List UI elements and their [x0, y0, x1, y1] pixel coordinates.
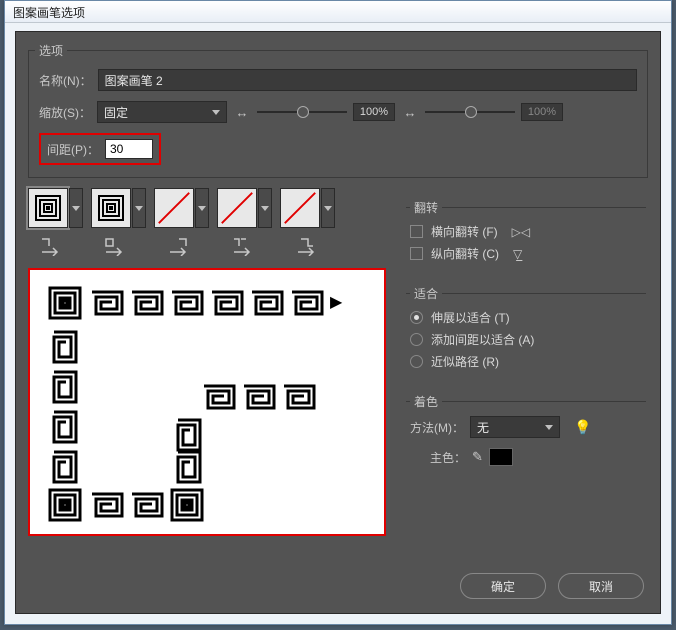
- chevron-down-icon: [198, 206, 206, 211]
- scale-mode-select[interactable]: 固定: [97, 101, 227, 123]
- keycolor-row: 主色： ✎: [430, 448, 642, 466]
- tips-icon[interactable]: 💡: [574, 419, 591, 436]
- chevron-down-icon: [545, 425, 553, 430]
- method-select[interactable]: 无: [470, 416, 560, 438]
- colorize-legend: 着色: [410, 393, 442, 410]
- end-tile-icon: [294, 234, 322, 258]
- tile-outer-corner[interactable]: [91, 188, 146, 228]
- preview-area: ▶: [28, 268, 386, 536]
- window-title: 图案画笔选项: [13, 6, 85, 20]
- scale-mode-value: 固定: [104, 104, 128, 121]
- scale-label: 缩放(S)：: [39, 104, 91, 121]
- tile-inner-corner[interactable]: [154, 188, 209, 228]
- tile-end[interactable]: [280, 188, 335, 228]
- right-panel: 翻转 横向翻转 (F) ▷◁ 纵向翻转 (C) ▽̲ 适合 伸展以适合 (T): [406, 207, 646, 486]
- chevron-down-icon: [72, 206, 80, 211]
- flip-horizontal-icon: ▷◁: [512, 225, 530, 239]
- method-value: 无: [477, 419, 489, 436]
- flip-horizontal-checkbox[interactable]: [410, 225, 423, 238]
- scale-row: 缩放(S)： 固定 ↔ 100% ↔ 100%: [39, 101, 637, 123]
- scale-slider-1[interactable]: [257, 111, 347, 113]
- keycolor-label: 主色：: [430, 449, 466, 466]
- flip-vertical-label: 纵向翻转 (C): [431, 245, 499, 262]
- outer-corner-icon: [102, 234, 130, 258]
- fit-approx-label: 近似路径 (R): [431, 353, 499, 370]
- start-tile-icon: [230, 234, 258, 258]
- inner-corner-icon: [166, 234, 194, 258]
- fit-addspace-label: 添加间距以适合 (A): [431, 331, 534, 348]
- cancel-button[interactable]: 取消: [558, 573, 644, 599]
- flip-h-icon-2[interactable]: ↔: [401, 105, 419, 120]
- fit-addspace-row[interactable]: 添加间距以适合 (A): [410, 331, 642, 348]
- flip-vertical-checkbox[interactable]: [410, 247, 423, 260]
- spacing-highlight: 间距(P)：: [39, 133, 161, 165]
- spacing-row: 间距(P)：: [39, 133, 637, 165]
- tile-side[interactable]: [28, 188, 83, 228]
- fit-group: 适合 伸展以适合 (T) 添加间距以适合 (A) 近似路径 (R): [406, 293, 646, 385]
- scale-value-2: 100%: [521, 103, 563, 121]
- fit-approx-row[interactable]: 近似路径 (R): [410, 353, 642, 370]
- flip-legend: 翻转: [410, 199, 442, 216]
- scale-slider-2: [425, 111, 515, 113]
- eyedropper-icon[interactable]: ✎: [472, 449, 483, 465]
- fit-stretch-row[interactable]: 伸展以适合 (T): [410, 309, 642, 326]
- scale-value-1[interactable]: 100%: [353, 103, 395, 121]
- ok-button[interactable]: 确定: [460, 573, 546, 599]
- chevron-down-icon: [212, 110, 220, 115]
- name-label: 名称(N)：: [39, 72, 92, 89]
- side-tile-icon: [38, 234, 66, 258]
- chevron-down-icon: [135, 206, 143, 211]
- chevron-down-icon: [324, 206, 332, 211]
- arrow-right-icon: ▶: [330, 292, 342, 312]
- titlebar: 图案画笔选项: [5, 1, 671, 23]
- button-row: 确定 取消: [460, 573, 644, 599]
- fit-approx-radio[interactable]: [410, 355, 423, 368]
- chevron-down-icon: [261, 206, 269, 211]
- colorize-group: 着色 方法(M)： 无 💡 主色： ✎: [406, 401, 646, 486]
- options-fieldset: 选项 名称(N)： 缩放(S)： 固定 ↔ 100% ↔: [28, 50, 648, 178]
- keycolor-swatch[interactable]: [489, 448, 513, 466]
- dialog-body: 选项 名称(N)： 缩放(S)： 固定 ↔ 100% ↔: [15, 31, 661, 614]
- dialog-window: 图案画笔选项 选项 名称(N)： 缩放(S)： 固定 ↔ 100% ↔: [4, 0, 672, 625]
- method-row: 方法(M)： 无 💡: [410, 416, 642, 438]
- flip-vertical-row[interactable]: 纵向翻转 (C) ▽̲: [410, 245, 642, 262]
- spacing-label: 间距(P)：: [47, 141, 99, 158]
- fit-legend: 适合: [410, 285, 442, 302]
- fit-addspace-radio[interactable]: [410, 333, 423, 346]
- name-input[interactable]: [98, 69, 637, 91]
- fit-stretch-radio[interactable]: [410, 311, 423, 324]
- name-row: 名称(N)：: [39, 69, 637, 91]
- flip-vertical-icon: ▽̲: [513, 247, 522, 261]
- flip-group: 翻转 横向翻转 (F) ▷◁ 纵向翻转 (C) ▽̲: [406, 207, 646, 277]
- spacing-input[interactable]: [105, 139, 153, 159]
- fit-stretch-label: 伸展以适合 (T): [431, 309, 510, 326]
- flip-horizontal-row[interactable]: 横向翻转 (F) ▷◁: [410, 223, 642, 240]
- method-label: 方法(M)：: [410, 419, 464, 436]
- flip-horizontal-label: 横向翻转 (F): [431, 223, 498, 240]
- options-legend: 选项: [35, 42, 67, 59]
- flip-h-icon[interactable]: ↔: [233, 105, 251, 120]
- tile-start[interactable]: [217, 188, 272, 228]
